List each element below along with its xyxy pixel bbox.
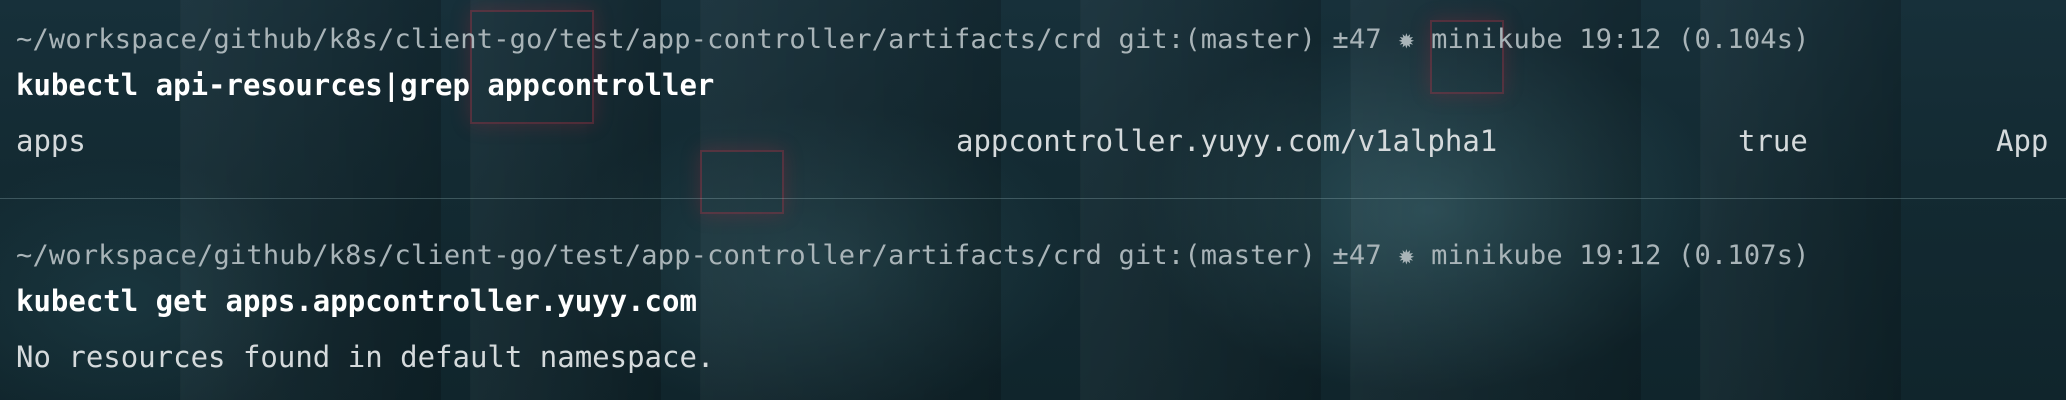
output-name-column: apps xyxy=(16,124,86,158)
shell-prompt: ~/workspace/github/k8s/client-go/test/ap… xyxy=(16,24,1810,55)
block-divider xyxy=(0,198,2066,199)
shell-prompt: ~/workspace/github/k8s/client-go/test/ap… xyxy=(16,240,1810,271)
output-namespaced-column: true xyxy=(1738,124,1808,158)
background-rack xyxy=(1080,0,1321,400)
command-line: kubectl get apps.appcontroller.yuyy.com xyxy=(16,284,697,318)
output-apiversion-column: appcontroller.yuyy.com/v1alpha1 xyxy=(956,124,1498,158)
background-neon-sign xyxy=(700,150,784,214)
output-kind-column: App xyxy=(1996,124,2049,158)
command-line: kubectl api-resources|grep appcontroller xyxy=(16,68,715,102)
command-output: No resources found in default namespace. xyxy=(16,340,715,374)
background-rack xyxy=(1700,0,1901,400)
